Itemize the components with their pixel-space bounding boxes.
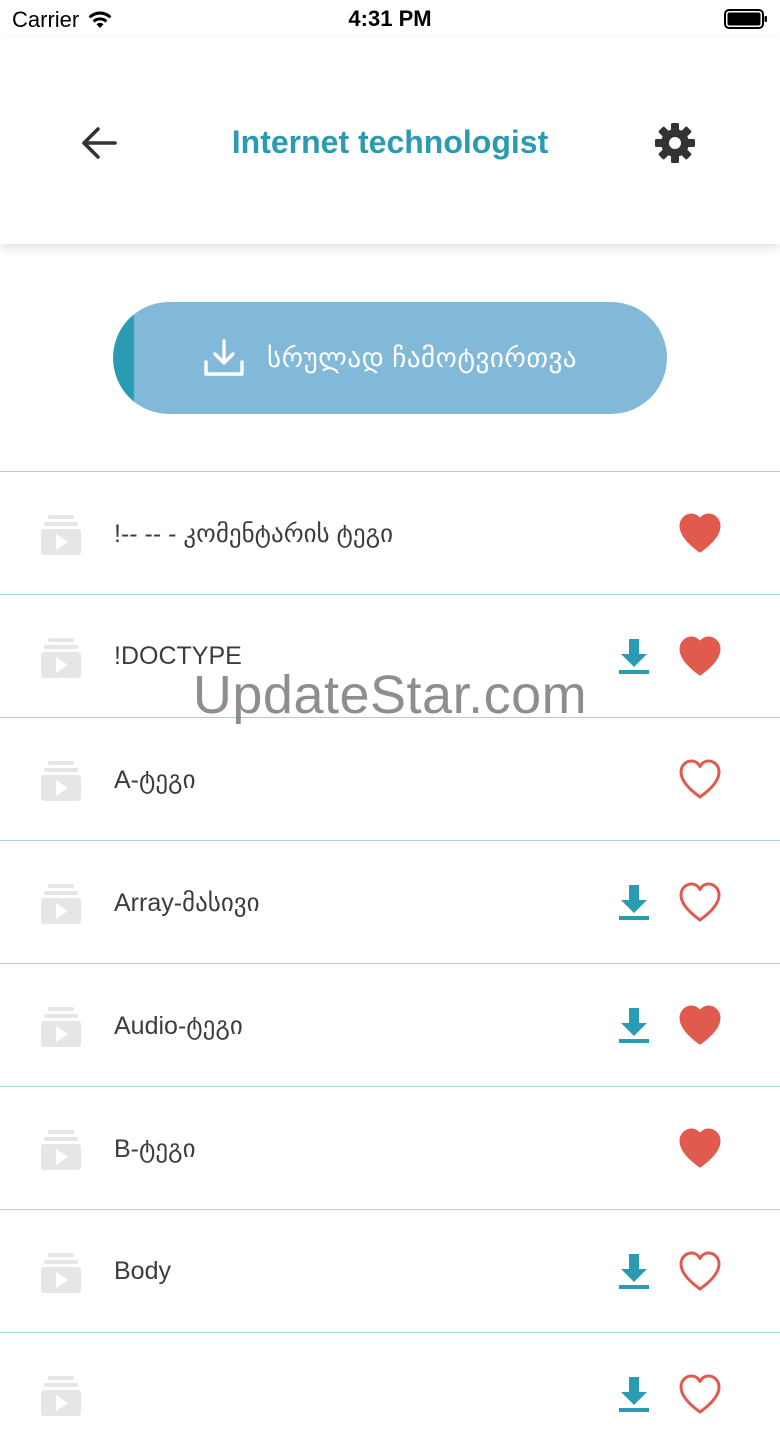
favorite-button-active[interactable] (678, 1127, 722, 1169)
list-item[interactable]: !DOCTYPE (0, 594, 780, 717)
favorite-button[interactable] (678, 758, 722, 800)
video-lesson-icon (40, 1006, 82, 1048)
list-item[interactable]: Body (0, 1209, 780, 1332)
heart-outline-icon (679, 1374, 721, 1414)
list-item[interactable] (0, 1332, 780, 1455)
list-item-label: !-- -- - კომენტარის ტეგი (114, 519, 394, 548)
download-icon (619, 1377, 649, 1412)
app-header: Internet technologist (0, 38, 780, 244)
video-lesson-icon (40, 514, 82, 556)
heart-filled-icon (679, 1005, 721, 1045)
heart-outline-icon (679, 759, 721, 799)
heart-filled-icon (679, 636, 721, 676)
download-icon (619, 1008, 649, 1043)
settings-button[interactable] (652, 120, 698, 166)
video-lesson-icon (40, 1375, 82, 1417)
list-item-label: Body (114, 1257, 171, 1285)
download-all-label: სრულად ჩამოტვირთვა (266, 342, 578, 373)
heart-outline-icon (679, 882, 721, 922)
list-item-label: Audio-ტეგი (114, 1011, 243, 1040)
list-item-label: Array-მასივი (114, 888, 260, 917)
heart-filled-icon (679, 513, 721, 553)
list-item[interactable]: !-- -- - კომენტარის ტეგი (0, 471, 780, 594)
download-icon (619, 1254, 649, 1289)
favorite-button-active[interactable] (678, 1004, 722, 1046)
download-button[interactable] (614, 1375, 654, 1415)
list-item-label: !DOCTYPE (114, 642, 242, 670)
list-item-label: B-ტეგი (114, 1134, 196, 1163)
favorite-button[interactable] (678, 1373, 722, 1415)
list-item[interactable]: A-ტეგი (0, 717, 780, 840)
download-icon (204, 339, 244, 376)
video-lesson-icon (40, 637, 82, 679)
status-time: 4:31 PM (348, 6, 432, 31)
download-all-button[interactable]: სრულად ჩამოტვირთვა (113, 302, 667, 414)
favorite-button[interactable] (678, 881, 722, 923)
battery-icon (724, 9, 767, 29)
favorite-button-active[interactable] (678, 512, 722, 554)
download-button[interactable] (614, 1252, 654, 1292)
list-item[interactable]: B-ტეგი (0, 1086, 780, 1209)
list-item[interactable]: Array-მასივი (0, 840, 780, 963)
status-bar: Carrier 4:31 PM (0, 0, 780, 40)
gear-icon (655, 123, 695, 163)
download-button[interactable] (614, 1006, 654, 1046)
list-item-label: A-ტეგი (114, 765, 196, 794)
video-lesson-icon (40, 1252, 82, 1294)
heart-filled-icon (679, 1128, 721, 1168)
video-lesson-icon (40, 1129, 82, 1171)
video-lesson-icon (40, 883, 82, 925)
list-item[interactable]: Audio-ტეგი (0, 963, 780, 1086)
download-icon (619, 639, 649, 674)
favorite-button-active[interactable] (678, 635, 722, 677)
download-button[interactable] (614, 883, 654, 923)
video-lesson-icon (40, 760, 82, 802)
favorite-button[interactable] (678, 1250, 722, 1292)
download-button[interactable] (614, 637, 654, 677)
lesson-list: !-- -- - კომენტარის ტეგი !DOCTYPE A-ტეგი Ar… (0, 471, 780, 1455)
heart-outline-icon (679, 1251, 721, 1291)
download-icon (619, 885, 649, 920)
